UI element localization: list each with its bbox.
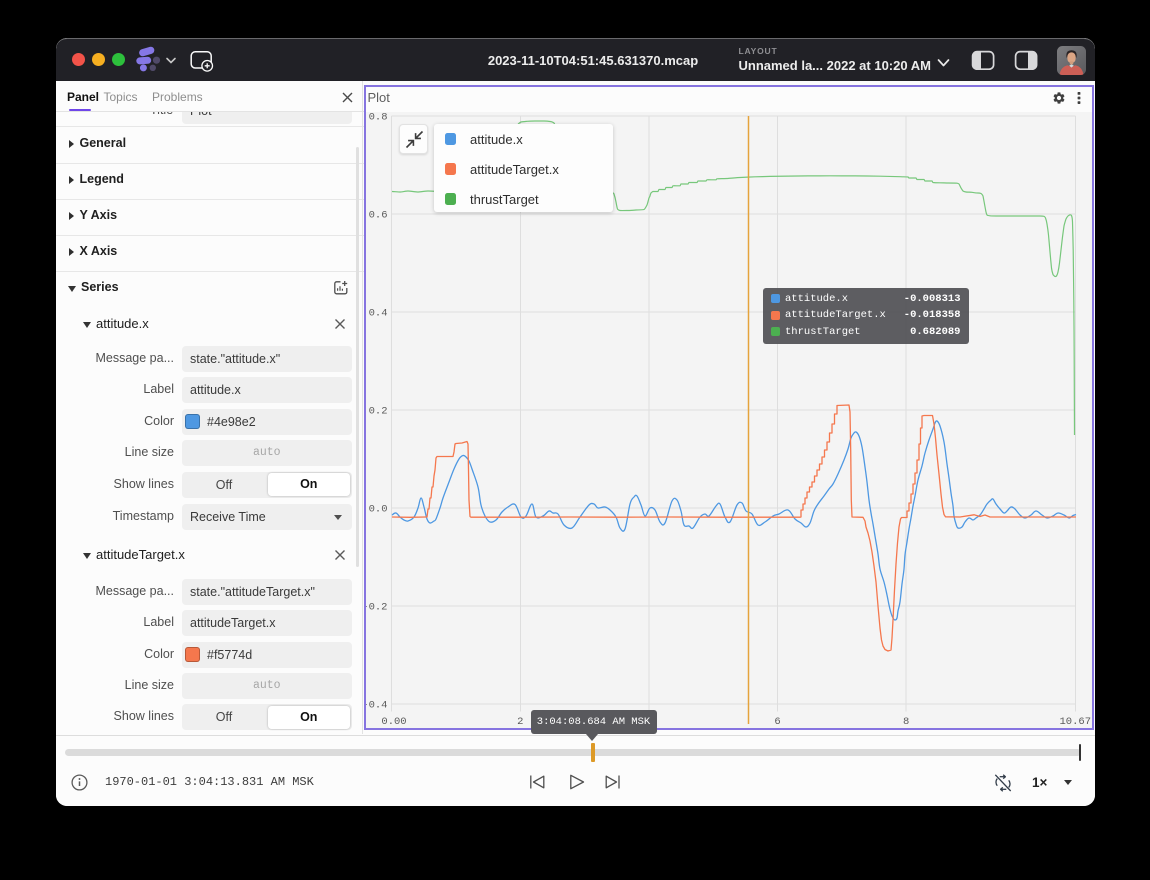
svg-text:6: 6	[774, 716, 780, 728]
svg-text:0.00: 0.00	[381, 716, 406, 728]
svg-text:10.67: 10.67	[1059, 716, 1091, 728]
svg-text:2: 2	[517, 716, 523, 728]
svg-text:0.2: 0.2	[368, 406, 387, 418]
svg-text:0.4: 0.4	[368, 308, 387, 320]
svg-text:8: 8	[902, 716, 908, 728]
svg-text:0.6: 0.6	[368, 210, 387, 222]
svg-text:0.0: 0.0	[368, 504, 387, 516]
svg-text:0.8: 0.8	[368, 112, 387, 124]
svg-text:-0.4: -0.4	[366, 700, 388, 712]
svg-text:-0.2: -0.2	[366, 602, 388, 614]
